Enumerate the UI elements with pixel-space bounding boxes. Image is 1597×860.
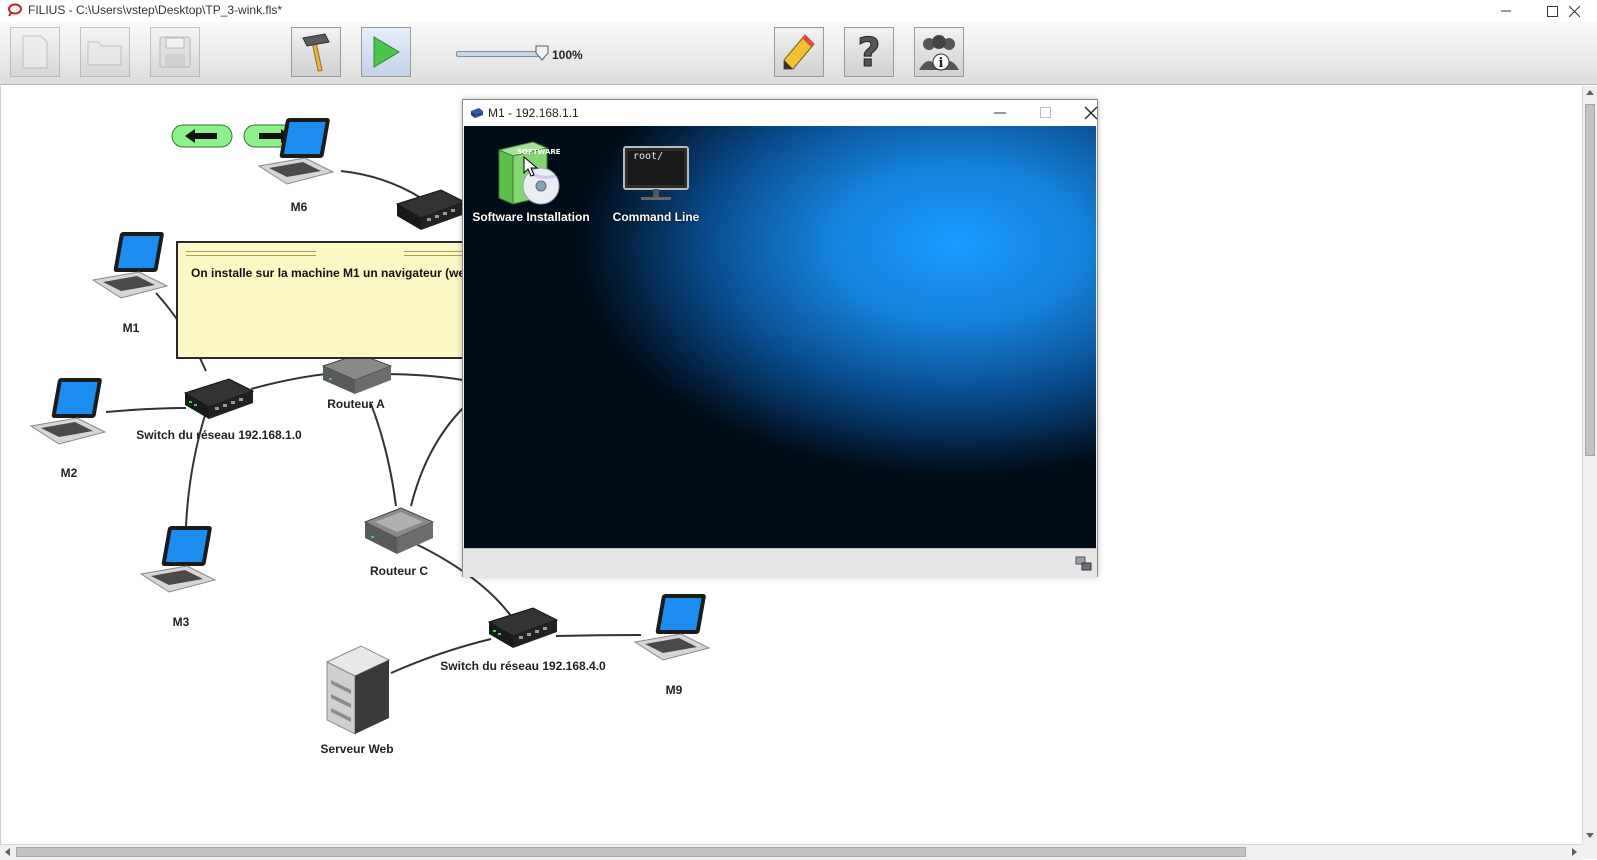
laptop-m1-icon[interactable]	[91, 228, 177, 308]
svg-text:?: ?	[857, 32, 880, 72]
m1-desktop-window: M1 - 192.168.1.1 SOFTWARE Software Insta…	[462, 99, 1098, 577]
m1-window-title: M1 - 192.168.1.1	[488, 106, 579, 120]
m1-desktop-area: SOFTWARE Software Installation root/ Com…	[464, 126, 1096, 548]
laptop-m3-icon[interactable]	[139, 522, 225, 602]
main-toolbar: 100% ? i	[0, 22, 1597, 85]
node-label-routeur-c: Routeur C	[370, 564, 428, 578]
m1-window-status-bar	[463, 548, 1097, 577]
about-button[interactable]: i	[914, 27, 964, 77]
close-icon	[1568, 5, 1580, 17]
close-button[interactable]	[1551, 0, 1597, 22]
design-mode-button[interactable]	[291, 27, 341, 77]
scroll-left-icon[interactable]	[4, 847, 11, 857]
m1-close-button[interactable]	[1084, 106, 1098, 120]
open-file-button[interactable]	[80, 27, 130, 77]
hammer-icon	[302, 33, 330, 72]
network-status-icon[interactable]	[1075, 556, 1093, 572]
node-label-m1: M1	[122, 321, 140, 335]
new-file-button[interactable]	[10, 27, 60, 77]
laptop-m9-icon[interactable]	[633, 590, 719, 670]
node-label-switch-192-168-4-0: Switch du réseau 192.168.4.0	[440, 659, 606, 673]
svg-text:i: i	[939, 56, 944, 71]
play-icon	[373, 36, 400, 68]
filius-logo-icon	[8, 3, 22, 17]
scroll-right-icon[interactable]	[1571, 847, 1578, 857]
zoom-slider-track[interactable]	[456, 51, 542, 57]
m1-maximize-button[interactable]	[1039, 106, 1053, 120]
pencil-icon	[783, 34, 815, 70]
web-server-icon[interactable]	[319, 642, 395, 738]
edit-note-button[interactable]	[774, 27, 824, 77]
node-label-switch-192-168-1-0: Switch du réseau 192.168.1.0	[136, 428, 302, 442]
software-installation-launcher[interactable]: SOFTWARE Software Installation	[464, 140, 598, 230]
zoom-level-label: 100%	[552, 48, 583, 62]
switch-192-168-4-0-icon[interactable]	[485, 600, 561, 652]
cable-m2-switch1	[105, 407, 187, 413]
router-c-icon[interactable]	[361, 504, 437, 560]
node-label-routeur-a: Routeur A	[327, 397, 385, 411]
desktop-window-icon	[471, 108, 483, 118]
switch-top-icon[interactable]	[393, 182, 469, 234]
horizontal-scrollbar[interactable]	[0, 844, 1582, 860]
scroll-up-icon[interactable]	[1585, 89, 1595, 96]
switch-192-168-1-0-icon[interactable]	[181, 371, 257, 423]
simulation-mode-button[interactable]	[361, 27, 411, 77]
save-file-button[interactable]	[150, 27, 200, 77]
laptop-m2-icon[interactable]	[29, 374, 115, 454]
cable-routeur-a-routeur-c	[370, 403, 397, 507]
laptop-m6-icon[interactable]	[257, 114, 343, 194]
previous-step-button[interactable]	[171, 124, 233, 148]
node-label-m3: M3	[172, 615, 190, 629]
question-mark-icon: ?	[857, 32, 881, 72]
zoom-slider-thumb[interactable]	[535, 45, 549, 61]
m1-window-title-bar[interactable]: M1 - 192.168.1.1	[463, 100, 1098, 126]
info-users-icon: i	[919, 35, 959, 71]
scroll-down-icon[interactable]	[1585, 832, 1595, 839]
folder-icon	[87, 41, 122, 66]
terminal-prompt-text: root/	[633, 151, 664, 162]
scroll-corner	[1582, 844, 1597, 859]
vertical-scroll-thumb[interactable]	[1585, 104, 1595, 456]
minimize-icon	[1501, 10, 1511, 12]
horizontal-scroll-thumb[interactable]	[16, 847, 1246, 857]
minimize-button[interactable]	[1483, 0, 1529, 22]
new-document-icon	[22, 35, 48, 69]
cable-switch1-routeur-a	[250, 373, 327, 390]
node-label-m2: M2	[60, 466, 78, 480]
note-grip-left	[186, 251, 316, 256]
app-title-bar: FILIUS - C:\Users\vstep\Desktop\TP_3-win…	[0, 0, 1597, 22]
command-line-launcher[interactable]: root/ Command Line	[604, 140, 708, 230]
m1-minimize-button[interactable]	[993, 106, 1007, 120]
software-installation-label: Software Installation	[472, 210, 590, 224]
node-label-m6: M6	[290, 200, 308, 214]
window-title: FILIUS - C:\Users\vstep\Desktop\TP_3-win…	[28, 3, 283, 17]
cable-switch4-m9	[555, 634, 642, 637]
floppy-disk-icon	[159, 36, 191, 68]
node-label-m9: M9	[665, 683, 683, 697]
mouse-cursor-icon	[523, 156, 539, 177]
help-button[interactable]: ?	[844, 27, 894, 77]
node-label-serveur-web: Serveur Web	[320, 742, 394, 756]
cable-routeur-b-routeur-c	[410, 407, 464, 507]
command-line-label: Command Line	[612, 210, 700, 224]
vertical-scrollbar[interactable]	[1582, 86, 1597, 844]
svg-text:SOFTWARE: SOFTWARE	[517, 148, 561, 156]
